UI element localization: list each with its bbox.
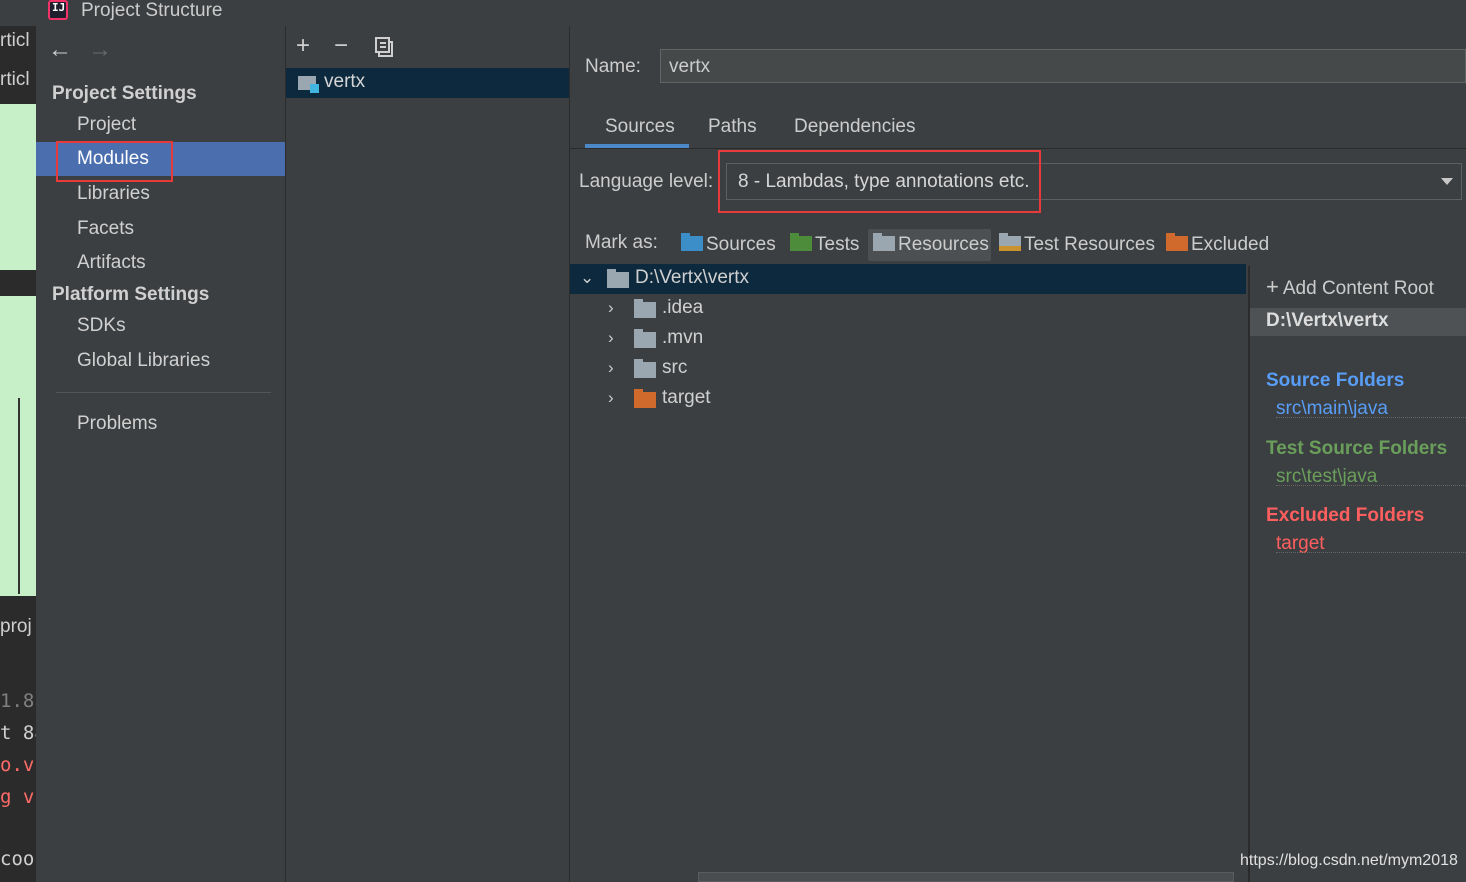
background-text: t 88 [0, 722, 36, 744]
resources-folder-icon [873, 233, 895, 251]
back-arrow-icon[interactable]: ← [48, 38, 72, 62]
chevron-down-icon [1441, 178, 1453, 185]
plus-icon: + [1266, 274, 1279, 299]
mark-as-label: Mark as: [585, 232, 658, 253]
tab-dependencies[interactable]: Dependencies [794, 116, 915, 138]
dotted-divider [1276, 417, 1466, 418]
tree-row[interactable]: › target [570, 384, 1246, 414]
forward-arrow-icon[interactable]: → [88, 38, 112, 62]
sidebar-item-artifacts[interactable]: Artifacts [36, 246, 285, 280]
tree-label: .mvn [662, 327, 704, 348]
mark-excluded-button[interactable]: Excluded [1166, 229, 1269, 261]
window-title: Project Structure [81, 0, 223, 21]
dotted-divider [1276, 485, 1466, 486]
content-root-panel: + Add Content Root D:\Vertx\vertx Source … [1248, 266, 1466, 882]
intellij-icon: IJ [48, 0, 68, 20]
background-text: 1.8 [0, 690, 35, 712]
test-resources-folder-icon [999, 233, 1021, 251]
tree-row-root[interactable]: ⌄ D:\Vertx\vertx [570, 264, 1246, 294]
name-field[interactable] [660, 49, 1466, 84]
module-badge-icon [310, 84, 319, 93]
chevron-right-icon[interactable]: › [608, 358, 614, 378]
sidebar-item-sdks[interactable]: SDKs [36, 309, 285, 343]
language-level-label: Language level: [579, 171, 714, 192]
test-source-folders-header: Test Source Folders [1266, 438, 1448, 459]
language-level-highlight-box [718, 150, 1041, 213]
module-label: vertx [324, 71, 366, 92]
content-root-tree: ⌄ D:\Vertx\vertx › .idea › .mvn › src › … [570, 264, 1246, 882]
folder-icon [634, 299, 656, 318]
platform-settings-header: Platform Settings [52, 284, 210, 305]
folder-icon [634, 329, 656, 348]
module-list-panel: + − vertx [286, 26, 570, 882]
chevron-right-icon[interactable]: › [608, 328, 614, 348]
remove-module-button[interactable]: − [334, 34, 348, 58]
settings-sidebar: ← → Project Settings Project Modules Lib… [36, 26, 286, 882]
sidebar-item-global-libraries[interactable]: Global Libraries [36, 344, 285, 378]
background-text: o.v [0, 754, 35, 776]
tree-row[interactable]: › .idea [570, 294, 1246, 324]
tests-folder-icon [790, 233, 812, 251]
background-text: rticl [0, 69, 30, 90]
mark-sources-button[interactable]: Sources [681, 229, 776, 261]
sources-folder-icon [681, 233, 703, 251]
background-text: rticl [0, 30, 30, 51]
folder-icon [634, 359, 656, 378]
mark-resources-button[interactable]: Resources [868, 229, 991, 261]
watermark: https://blog.csdn.net/mym2018 [1240, 852, 1458, 869]
module-details: Name: Sources Paths Dependencies Languag… [570, 26, 1466, 882]
content-root-path: D:\Vertx\vertx [1266, 310, 1389, 331]
excluded-folders-header: Excluded Folders [1266, 505, 1425, 526]
sidebar-divider [56, 392, 271, 393]
tree-label: src [662, 357, 688, 378]
excluded-folder-icon [1166, 233, 1188, 251]
background-text: proj [0, 616, 32, 637]
tree-label: .idea [662, 297, 704, 318]
chevron-right-icon[interactable]: › [608, 298, 614, 318]
horizontal-scrollbar[interactable] [698, 872, 1234, 882]
sidebar-item-problems[interactable]: Problems [36, 407, 285, 441]
background-highlight [0, 104, 36, 270]
tab-sources[interactable]: Sources [605, 116, 675, 138]
copy-icon[interactable] [374, 36, 394, 63]
add-content-root-button[interactable]: + Add Content Root [1266, 274, 1434, 300]
background-divider [18, 398, 20, 594]
add-module-button[interactable]: + [296, 34, 310, 58]
modules-highlight-box [56, 141, 173, 182]
title-bar: IJ Project Structure [0, 0, 1466, 26]
mark-test-resources-button[interactable]: Test Resources [999, 229, 1155, 261]
tree-row[interactable]: › src [570, 354, 1246, 384]
background-text: g v [0, 786, 35, 808]
dotted-divider [1276, 552, 1466, 553]
background-editor-strip: rticl rticl proj 1.8 t 88 o.v g v coo [0, 26, 36, 882]
mark-tests-button[interactable]: Tests [790, 229, 859, 261]
folder-icon [607, 269, 629, 288]
tree-label: D:\Vertx\vertx [635, 267, 750, 288]
tree-label: target [662, 387, 711, 408]
sidebar-item-libraries[interactable]: Libraries [36, 177, 285, 211]
name-label: Name: [585, 56, 641, 77]
tab-divider [570, 148, 1466, 149]
sidebar-item-facets[interactable]: Facets [36, 212, 285, 246]
project-settings-header: Project Settings [52, 83, 197, 104]
source-folders-header: Source Folders [1266, 370, 1405, 391]
chevron-right-icon[interactable]: › [608, 388, 614, 408]
tree-row[interactable]: › .mvn [570, 324, 1246, 354]
tab-paths[interactable]: Paths [708, 116, 757, 138]
name-input[interactable] [661, 50, 1451, 84]
sidebar-item-project[interactable]: Project [36, 108, 285, 142]
excluded-folder-icon [634, 389, 656, 408]
chevron-down-icon[interactable]: ⌄ [580, 268, 594, 288]
background-text: coo [0, 848, 35, 870]
